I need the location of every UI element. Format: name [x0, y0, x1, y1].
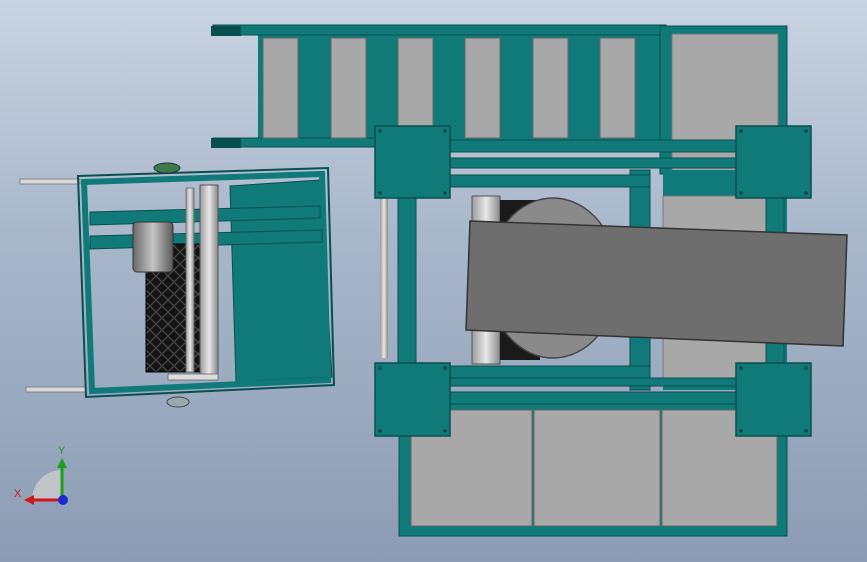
rack-slat-1: [262, 37, 299, 139]
roller-end-cap: [167, 373, 219, 381]
bottom-cabinet: [398, 394, 788, 537]
y-axis-arrow: [57, 458, 67, 468]
rack-slat-2: [330, 37, 367, 139]
cad-model-view[interactable]: Y X: [0, 0, 867, 562]
y-axis-label: Y: [58, 445, 66, 457]
beam-top-1: [449, 139, 741, 153]
top-rack-end-cap-upper: [211, 26, 241, 36]
cad-viewport[interactable]: Y X: [0, 0, 867, 562]
mount-block-top-right: [735, 125, 812, 199]
axis-triad: Y X: [14, 445, 68, 505]
beam-inner-top: [415, 174, 651, 188]
rack-slat-6: [599, 37, 636, 139]
feeder-shaft: [185, 187, 195, 373]
beam-top-2: [449, 157, 741, 169]
triad-plane: [32, 470, 62, 500]
rack-slat-4: [464, 37, 501, 139]
beam-bottom-1: [449, 377, 741, 387]
mount-block-top-left: [374, 125, 451, 199]
guide-rod-left: [380, 198, 388, 358]
beam-bottom-2: [449, 391, 741, 405]
feeder-arm-upper: [19, 178, 81, 185]
rack-slat-3: [397, 37, 434, 139]
mount-block-bottom-right: [735, 362, 812, 437]
top-rack-rail-top: [212, 24, 667, 36]
bottom-sprocket: [166, 396, 190, 408]
mount-block-bottom-left: [374, 362, 451, 437]
z-axis-origin: [58, 495, 68, 505]
main-post-left: [397, 169, 417, 391]
left-feeder-assembly: [19, 162, 336, 408]
feeder-roller: [199, 184, 219, 376]
x-axis-arrow: [24, 495, 34, 505]
top-rack-end-cap-lower: [211, 138, 241, 148]
x-axis-label: X: [14, 488, 22, 500]
drive-motor: [132, 221, 174, 273]
beam-inner-bottom: [415, 365, 651, 379]
top-sprocket: [153, 162, 181, 174]
cabinet-panel-2: [533, 409, 661, 527]
feeder-arm-lower: [25, 386, 87, 393]
inclined-belt-plate: [465, 220, 848, 347]
rack-slat-5: [532, 37, 569, 139]
